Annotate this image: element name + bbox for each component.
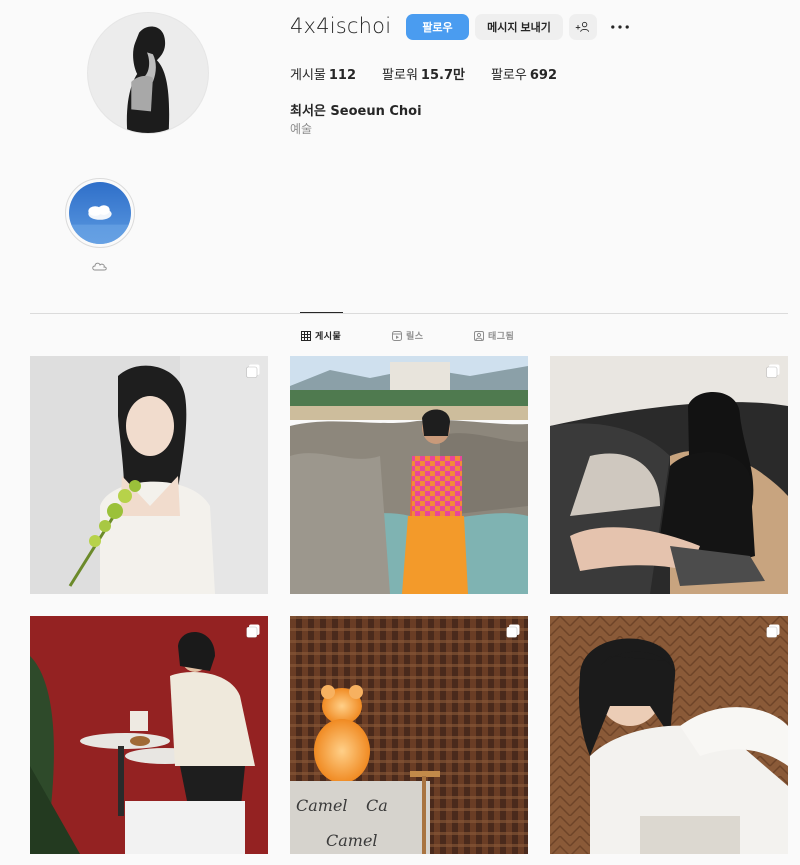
grid-icon <box>301 330 311 341</box>
multiple-photos-icon <box>246 624 260 638</box>
username: 4x4ischoi <box>290 14 392 38</box>
add-user-icon: + <box>575 21 590 32</box>
more-horizontal-icon <box>611 25 629 29</box>
tagged-icon <box>474 330 484 341</box>
tabs-divider <box>30 313 788 314</box>
sky-cloud-thumbnail <box>69 182 131 244</box>
tab-posts[interactable]: 게시물 <box>301 329 341 342</box>
profile-avatar[interactable] <box>87 12 209 134</box>
multiple-photos-icon <box>506 624 520 638</box>
post-5[interactable]: Camel Ca Camel <box>290 616 528 854</box>
message-button[interactable]: 메시지 보내기 <box>475 14 563 40</box>
active-tab-indicator <box>300 312 343 313</box>
post-image: Camel Ca Camel <box>290 616 528 854</box>
post-1[interactable] <box>30 356 268 594</box>
post-image <box>290 356 528 594</box>
followers-count[interactable]: 팔로워 15.7만 <box>382 64 465 83</box>
multiple-photos-icon <box>766 624 780 638</box>
tab-reels[interactable]: 릴스 <box>392 329 424 342</box>
svg-text:Camel: Camel <box>326 831 378 850</box>
following-count[interactable]: 팔로우 692 <box>491 64 557 83</box>
posts-count: 게시물 112 <box>290 68 357 83</box>
post-image <box>30 616 268 854</box>
highlight-label <box>92 256 108 271</box>
post-4[interactable] <box>30 616 268 854</box>
svg-text:Camel: Camel <box>296 796 348 815</box>
cloud-icon <box>92 262 107 271</box>
full-name: 최서은 Seoeun Choi <box>290 104 422 119</box>
reels-icon <box>392 330 402 341</box>
add-user-button[interactable]: + <box>569 14 597 40</box>
svg-text:Ca: Ca <box>366 796 388 815</box>
more-options-button[interactable] <box>608 16 632 38</box>
post-3[interactable] <box>550 356 788 594</box>
svg-text:+: + <box>575 22 581 31</box>
multiple-photos-icon <box>246 364 260 378</box>
story-highlight[interactable] <box>65 178 135 248</box>
category-label: 예술 <box>290 122 313 136</box>
post-image <box>550 356 788 594</box>
post-image <box>30 356 268 594</box>
follow-button[interactable]: 팔로우 <box>406 14 469 40</box>
tab-tagged[interactable]: 태그됨 <box>474 329 514 342</box>
post-image <box>550 616 788 854</box>
post-2[interactable] <box>290 356 528 594</box>
post-6[interactable] <box>550 616 788 854</box>
profile-stats: 게시물 112 팔로워 15.7만 팔로우 692 <box>290 64 583 83</box>
profile-photo <box>88 13 208 133</box>
multiple-photos-icon <box>766 364 780 378</box>
